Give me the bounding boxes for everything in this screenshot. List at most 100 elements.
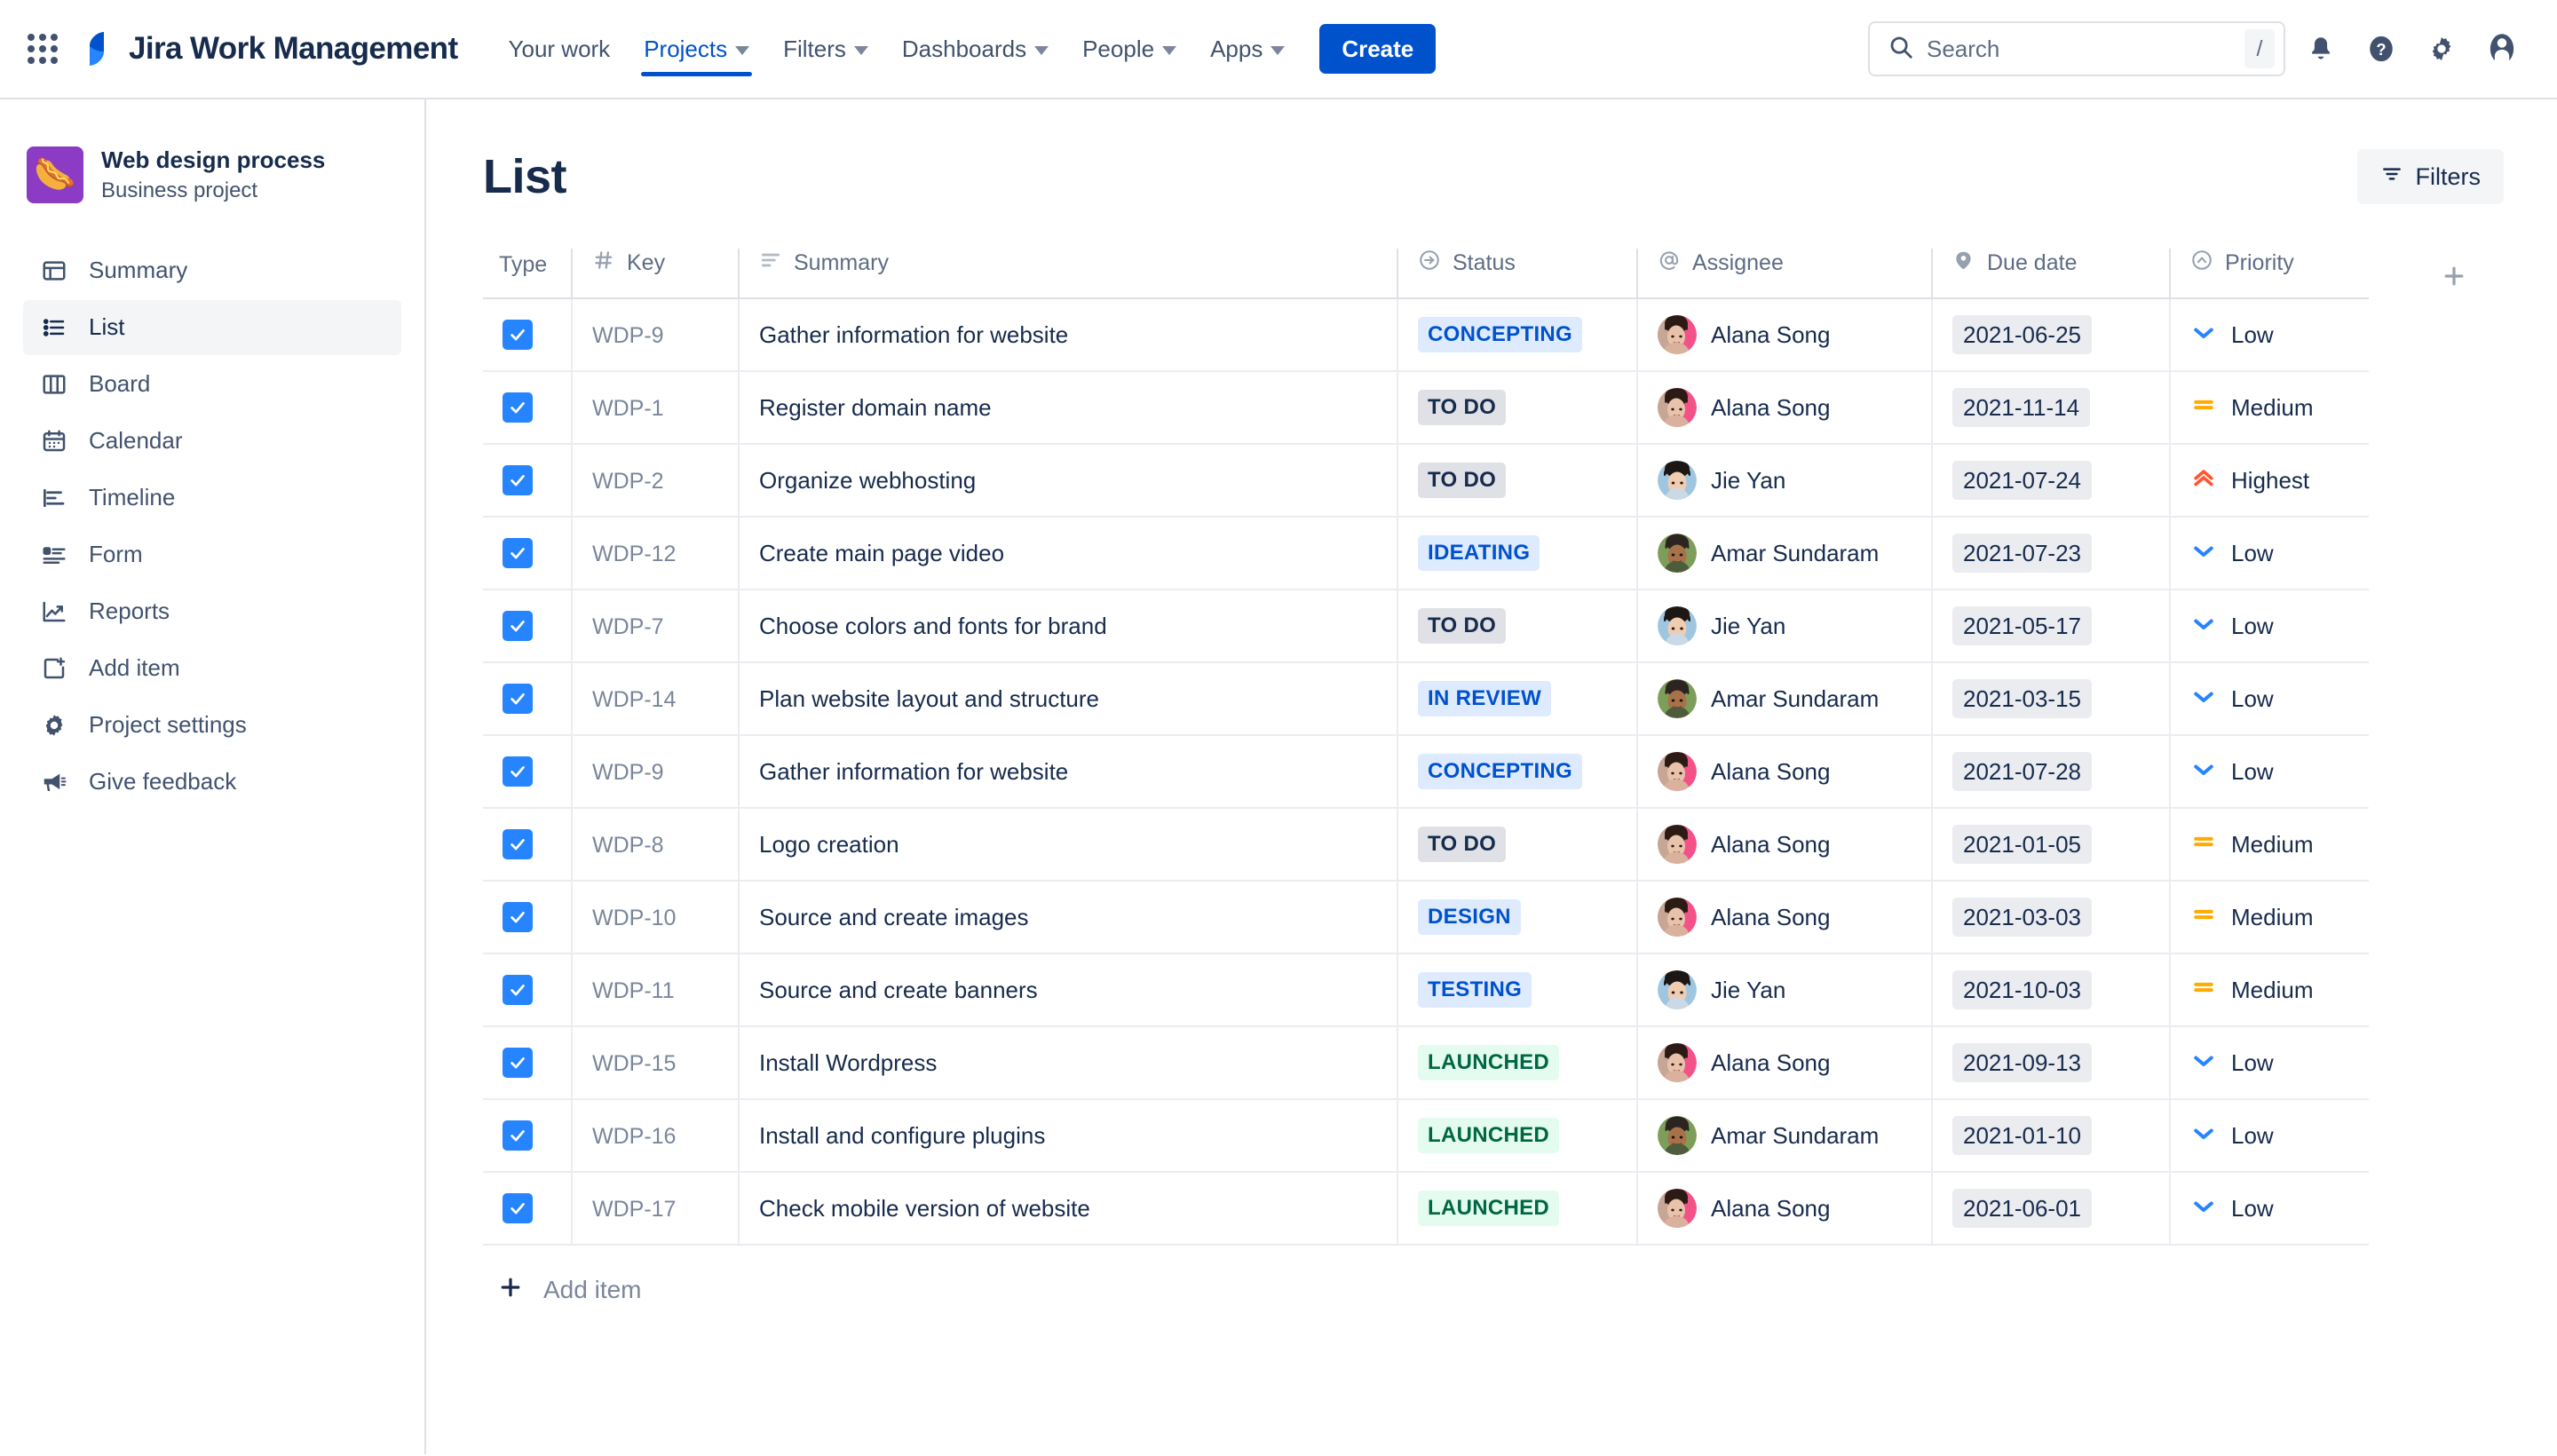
sidebar-item-calendar[interactable]: Calendar xyxy=(23,414,401,469)
cell-assignee[interactable]: Alana Song xyxy=(1636,1026,1932,1100)
cell-assignee[interactable]: Jie Yan xyxy=(1636,444,1932,518)
task-type-icon[interactable] xyxy=(503,902,533,932)
task-type-icon[interactable] xyxy=(503,1120,533,1151)
task-type-icon[interactable] xyxy=(503,320,533,350)
cell-priority[interactable]: Low xyxy=(2169,735,2369,809)
cell-assignee[interactable]: Alana Song xyxy=(1636,881,1932,954)
cell-priority[interactable]: Medium xyxy=(2169,881,2369,954)
task-type-icon[interactable] xyxy=(503,829,533,859)
cell-status[interactable]: DESIGN xyxy=(1397,881,1637,954)
cell-assignee[interactable]: Amar Sundaram xyxy=(1636,662,1932,736)
table-row[interactable]: WDP-8 Logo creation TO DO Alana Song 2021-01… xyxy=(483,808,2369,882)
table-row[interactable]: WDP-1 Register domain name TO DO Alana Song… xyxy=(483,371,2369,445)
column-header-key[interactable]: Key xyxy=(571,249,739,299)
cell-due-date[interactable]: 2021-10-03 xyxy=(1931,954,2170,1027)
column-header-summary[interactable]: Summary xyxy=(738,249,1397,299)
table-row[interactable]: WDP-9 Gather information for website CONCE… xyxy=(483,735,2369,809)
cell-priority[interactable]: Low xyxy=(2169,662,2369,736)
cell-key[interactable]: WDP-11 xyxy=(571,954,739,1027)
task-type-icon[interactable] xyxy=(503,975,533,1005)
cell-key[interactable]: WDP-15 xyxy=(571,1026,739,1100)
jira-brand-logo-link[interactable]: Jira Work Management xyxy=(82,30,458,67)
cell-key[interactable]: WDP-2 xyxy=(571,444,739,518)
cell-status[interactable]: IN REVIEW xyxy=(1397,662,1637,736)
cell-priority[interactable]: Low xyxy=(2169,590,2369,663)
table-row[interactable]: WDP-9 Gather information for website CONCE… xyxy=(483,298,2369,372)
cell-summary[interactable]: Organize webhosting xyxy=(738,444,1397,518)
sidebar-item-project-settings[interactable]: Project settings xyxy=(23,698,401,753)
column-header-assignee[interactable]: Assignee xyxy=(1636,249,1932,299)
nav-dashboards[interactable]: Dashboards xyxy=(887,16,1064,82)
table-row[interactable]: WDP-15 Install Wordpress LAUNCHED Alana Son… xyxy=(483,1026,2369,1100)
cell-priority[interactable]: Low xyxy=(2169,298,2369,372)
task-type-icon[interactable] xyxy=(503,756,533,787)
cell-key[interactable]: WDP-14 xyxy=(571,662,739,736)
table-row[interactable]: WDP-17 Check mobile version of website LAU… xyxy=(483,1172,2369,1246)
cell-priority[interactable]: Medium xyxy=(2169,954,2369,1027)
cell-summary[interactable]: Check mobile version of website xyxy=(738,1172,1397,1246)
cell-priority[interactable]: Medium xyxy=(2169,808,2369,882)
cell-status[interactable]: CONCEPTING xyxy=(1397,735,1637,809)
cell-due-date[interactable]: 2021-07-23 xyxy=(1931,517,2170,590)
column-header-priority[interactable]: Priority xyxy=(2169,249,2369,299)
cell-key[interactable]: WDP-9 xyxy=(571,298,739,372)
add-column-button[interactable] xyxy=(2427,249,2481,304)
project-header[interactable]: 🌭 Web design process Business project xyxy=(23,146,401,204)
task-type-icon[interactable] xyxy=(503,392,533,423)
cell-summary[interactable]: Source and create images xyxy=(738,881,1397,954)
task-type-icon[interactable] xyxy=(503,538,533,568)
cell-status[interactable]: TESTING xyxy=(1397,954,1637,1027)
sidebar-item-add-item[interactable]: Add item xyxy=(23,641,401,696)
cell-summary[interactable]: Create main page video xyxy=(738,517,1397,590)
cell-priority[interactable]: Low xyxy=(2169,517,2369,590)
table-row[interactable]: WDP-14 Plan website layout and structure I… xyxy=(483,662,2369,736)
cell-summary[interactable]: Logo creation xyxy=(738,808,1397,882)
cell-priority[interactable]: Medium xyxy=(2169,371,2369,445)
cell-summary[interactable]: Install Wordpress xyxy=(738,1026,1397,1100)
cell-assignee[interactable]: Alana Song xyxy=(1636,735,1932,809)
add-item-footer-button[interactable]: Add item xyxy=(483,1274,642,1305)
sidebar-item-reports[interactable]: Reports xyxy=(23,584,401,639)
cell-due-date[interactable]: 2021-01-10 xyxy=(1931,1099,2170,1173)
cell-assignee[interactable]: Alana Song xyxy=(1636,371,1932,445)
cell-due-date[interactable]: 2021-01-05 xyxy=(1931,808,2170,882)
column-header-status[interactable]: Status xyxy=(1397,249,1637,299)
create-button[interactable]: Create xyxy=(1319,24,1437,74)
cell-assignee[interactable]: Amar Sundaram xyxy=(1636,517,1932,590)
sidebar-item-list[interactable]: List xyxy=(23,299,401,355)
table-row[interactable]: WDP-12 Create main page video IDEATING Amar… xyxy=(483,517,2369,590)
task-type-icon[interactable] xyxy=(503,1048,533,1078)
nav-people[interactable]: People xyxy=(1067,16,1191,82)
cell-priority[interactable]: Highest xyxy=(2169,444,2369,518)
task-type-icon[interactable] xyxy=(503,1193,533,1223)
cell-priority[interactable]: Low xyxy=(2169,1099,2369,1173)
cell-status[interactable]: CONCEPTING xyxy=(1397,298,1637,372)
task-type-icon[interactable] xyxy=(503,611,533,641)
cell-due-date[interactable]: 2021-07-28 xyxy=(1931,735,2170,809)
nav-filters[interactable]: Filters xyxy=(768,16,883,82)
sidebar-item-summary[interactable]: Summary xyxy=(23,243,401,298)
cell-due-date[interactable]: 2021-11-14 xyxy=(1931,371,2170,445)
cell-due-date[interactable]: 2021-06-01 xyxy=(1931,1172,2170,1246)
account-avatar-icon[interactable] xyxy=(2477,24,2527,74)
cell-status[interactable]: LAUNCHED xyxy=(1397,1172,1637,1246)
cell-status[interactable]: TO DO xyxy=(1397,444,1637,518)
settings-gear-icon[interactable] xyxy=(2417,24,2466,74)
cell-assignee[interactable]: Alana Song xyxy=(1636,1172,1932,1246)
cell-assignee[interactable]: Amar Sundaram xyxy=(1636,1099,1932,1173)
cell-status[interactable]: LAUNCHED xyxy=(1397,1099,1637,1173)
cell-status[interactable]: IDEATING xyxy=(1397,517,1637,590)
cell-due-date[interactable]: 2021-09-13 xyxy=(1931,1026,2170,1100)
cell-status[interactable]: LAUNCHED xyxy=(1397,1026,1637,1100)
cell-status[interactable]: TO DO xyxy=(1397,371,1637,445)
filters-button[interactable]: Filters xyxy=(2356,149,2504,204)
cell-key[interactable]: WDP-17 xyxy=(571,1172,739,1246)
cell-key[interactable]: WDP-16 xyxy=(571,1099,739,1173)
cell-due-date[interactable]: 2021-07-24 xyxy=(1931,444,2170,518)
cell-summary[interactable]: Register domain name xyxy=(738,371,1397,445)
cell-due-date[interactable]: 2021-05-17 xyxy=(1931,590,2170,663)
cell-summary[interactable]: Plan website layout and structure xyxy=(738,662,1397,736)
task-type-icon[interactable] xyxy=(503,465,533,495)
cell-status[interactable]: TO DO xyxy=(1397,808,1637,882)
cell-due-date[interactable]: 2021-06-25 xyxy=(1931,298,2170,372)
